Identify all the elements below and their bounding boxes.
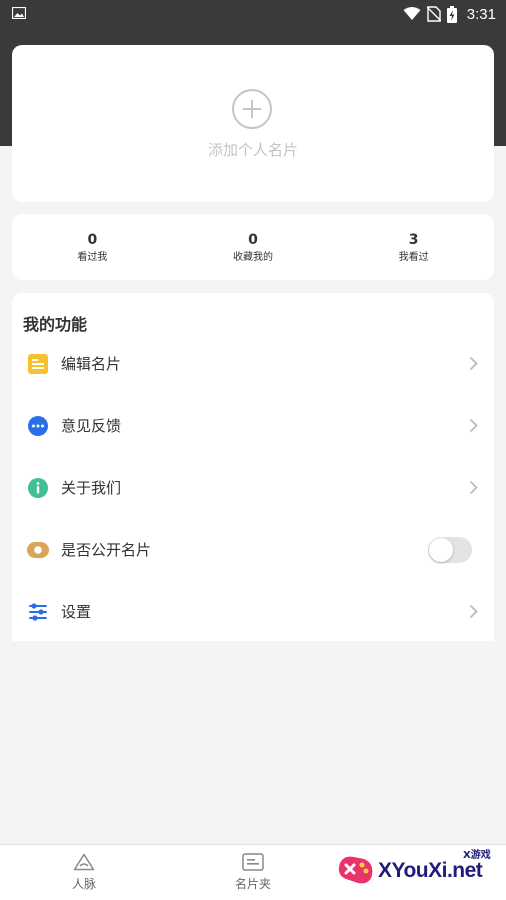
- menu-item-label: 编辑名片: [61, 355, 122, 373]
- menu-item-feedback[interactable]: 意见反馈: [12, 401, 494, 451]
- no-sim-icon: [426, 6, 441, 22]
- tab-card-holder[interactable]: 名片夹: [213, 853, 293, 892]
- add-personal-card-panel[interactable]: 添加个人名片: [12, 45, 494, 202]
- battery-charging-icon: [446, 5, 457, 23]
- watermark-subtext: X游戏: [463, 850, 491, 861]
- info-icon: [28, 478, 48, 498]
- menu-item-settings[interactable]: 设置: [12, 587, 494, 637]
- chevron-right-icon: [469, 604, 478, 619]
- nav-label: 人脉: [71, 877, 96, 891]
- watermark: XYouXi.net X游戏: [336, 843, 506, 900]
- stat-label: 收藏我的: [233, 252, 273, 263]
- add-circle-icon[interactable]: [232, 89, 272, 129]
- public-card-icon: [27, 542, 49, 558]
- feedback-icon: [28, 416, 48, 436]
- contacts-icon: [73, 853, 95, 871]
- menu-item-label: 设置: [61, 603, 92, 621]
- stat-value: 0: [87, 232, 98, 248]
- wifi-icon: [403, 7, 421, 20]
- section-title: 我的功能: [23, 315, 88, 334]
- watermark-text: XYouXi.net: [378, 859, 483, 882]
- menu-item-public-card: 是否公开名片: [12, 525, 494, 575]
- stat-i-viewed[interactable]: 3 我看过: [333, 214, 494, 280]
- nav-label: 名片夹: [234, 877, 271, 891]
- stat-value: 3: [408, 232, 419, 248]
- stats-panel: 0 看过我 0 收藏我的 3 我看过: [12, 214, 494, 280]
- toggle-knob: [429, 538, 453, 562]
- menu-item-edit-card[interactable]: 编辑名片: [12, 339, 494, 389]
- settings-icon: [29, 603, 47, 621]
- gallery-notification-icon: [12, 7, 26, 19]
- stat-value: 0: [248, 232, 258, 248]
- menu-item-label: 是否公开名片: [61, 541, 152, 559]
- status-icons: 3:31: [403, 0, 496, 28]
- stat-favorited-me[interactable]: 0 收藏我的: [173, 214, 334, 280]
- my-functions-panel: 我的功能 编辑名片 意见反馈 关于我们 是否公开名片 设置: [12, 293, 494, 641]
- status-time: 3:31: [466, 5, 496, 23]
- public-card-toggle[interactable]: [428, 537, 472, 563]
- gamepad-logo-icon: [338, 856, 373, 884]
- stat-label: 我看过: [398, 252, 429, 263]
- card-holder-icon: [242, 853, 264, 871]
- chevron-right-icon: [469, 356, 478, 371]
- chevron-right-icon: [469, 480, 478, 495]
- edit-card-icon: [28, 354, 48, 374]
- stat-label: 看过我: [77, 252, 108, 263]
- status-bar: 3:31: [0, 0, 506, 28]
- menu-item-about-us[interactable]: 关于我们: [12, 463, 494, 513]
- tab-contacts[interactable]: 人脉: [44, 853, 124, 892]
- add-card-label: 添加个人名片: [207, 141, 298, 159]
- stat-viewed-me[interactable]: 0 看过我: [12, 214, 173, 280]
- chevron-right-icon: [469, 418, 478, 433]
- menu-item-label: 意见反馈: [61, 417, 122, 435]
- menu-item-label: 关于我们: [61, 479, 122, 497]
